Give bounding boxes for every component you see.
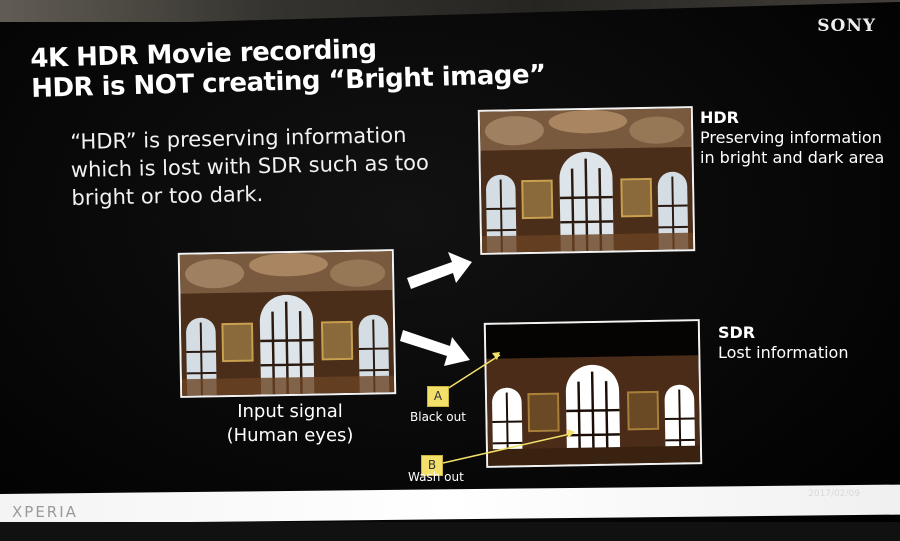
- hall-illustration-hdr: [479, 108, 694, 253]
- hdr-caption-line-1: Preserving information: [700, 128, 882, 147]
- hdr-caption: Preserving information in bright and dar…: [700, 128, 890, 168]
- sdr-caption: Lost information: [718, 343, 849, 362]
- monitor-bottom-edge: [0, 522, 900, 541]
- hall-illustration-sdr: [485, 321, 701, 466]
- wash-out-label: Wash out: [408, 470, 464, 484]
- input-signal-image: [177, 249, 397, 398]
- input-caption-line-1: Input signal: [237, 401, 343, 422]
- input-caption: Input signal (Human eyes): [200, 400, 380, 448]
- hdr-description: “HDR” is preserving information which is…: [70, 122, 430, 210]
- input-caption-line-2: (Human eyes): [226, 425, 354, 446]
- hdr-image: [477, 106, 696, 255]
- black-out-label: Black out: [410, 410, 466, 424]
- hall-illustration-input: [179, 251, 395, 396]
- xperia-logo: XPERIA: [12, 503, 78, 521]
- sdr-image: [483, 319, 703, 468]
- hdr-caption-line-2: in bright and dark area: [700, 148, 885, 167]
- sony-logo: SONY: [817, 16, 876, 36]
- sdr-label: SDR: [718, 323, 756, 342]
- slide-date: 2017/02/09: [808, 489, 860, 499]
- marker-a-badge: A: [427, 386, 449, 407]
- hdr-label: HDR: [700, 108, 739, 127]
